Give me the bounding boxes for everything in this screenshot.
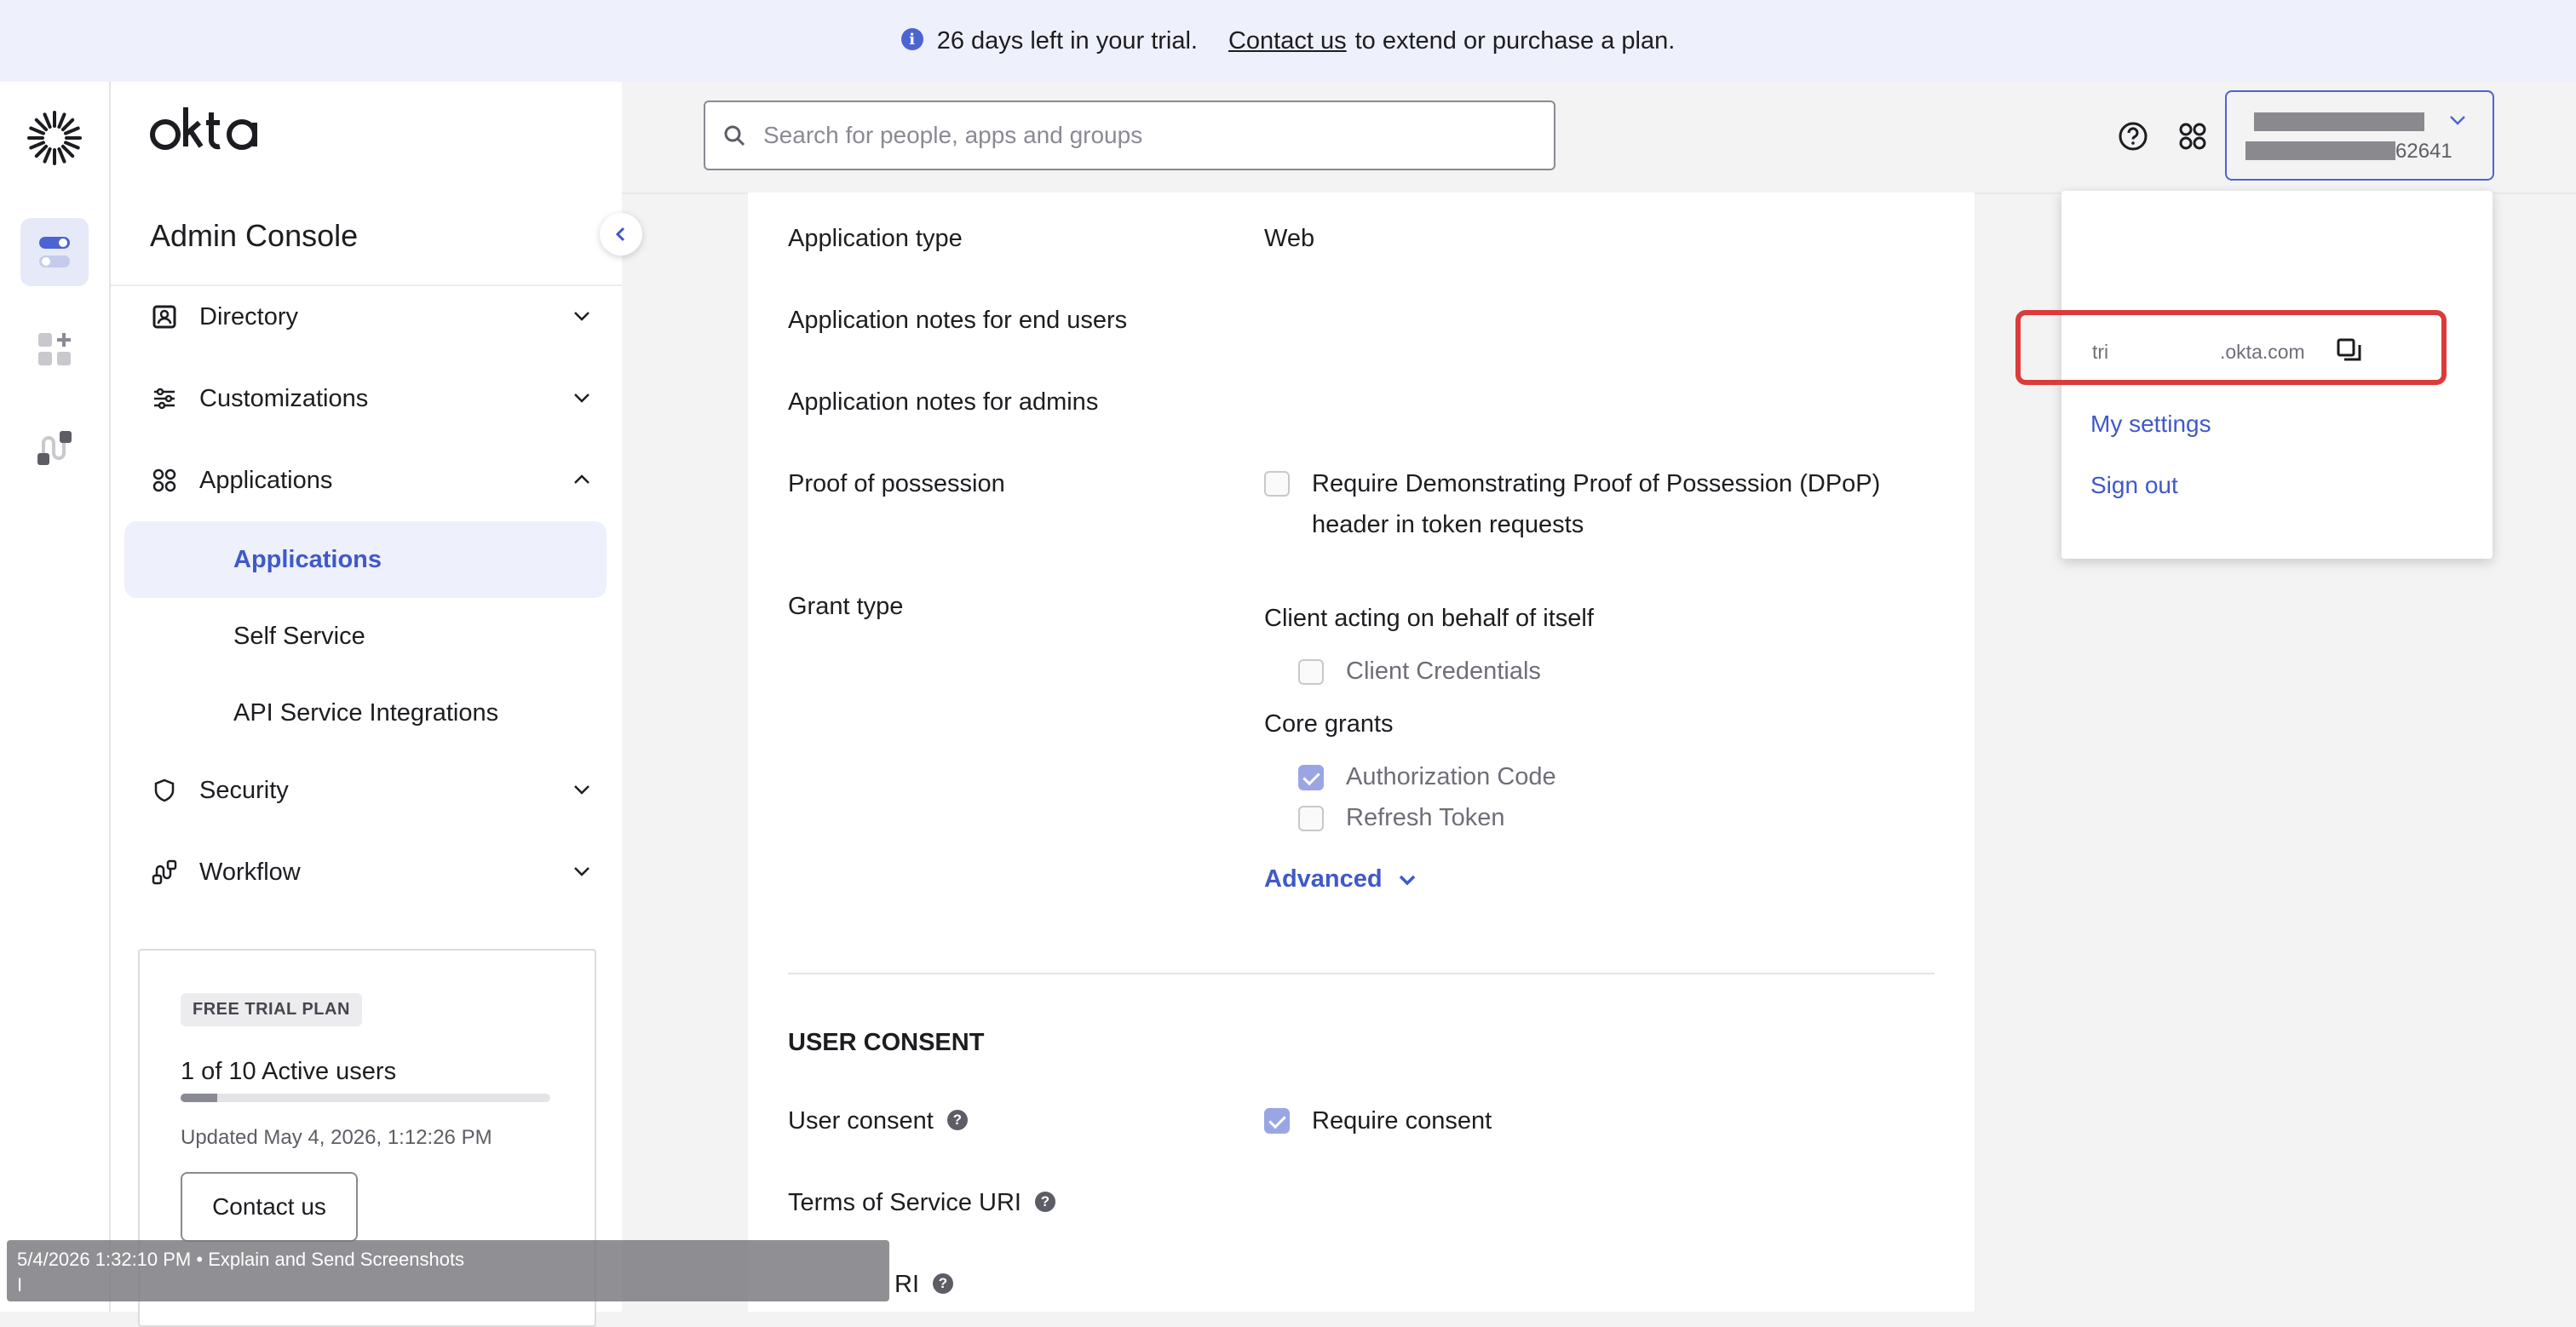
okta-logo[interactable] <box>150 104 269 155</box>
apps-grid-icon[interactable] <box>2176 119 2210 153</box>
refresh-token-label: Refresh Token <box>1346 804 1505 831</box>
divider <box>788 973 1935 974</box>
trial-message: 26 days left in your trial. <box>936 26 1198 55</box>
search-box[interactable] <box>704 101 1555 170</box>
chevron-up-icon <box>574 474 589 484</box>
advanced-label: Advanced <box>1264 865 1383 893</box>
notes-end-users-label: Application notes for end users <box>788 307 1128 334</box>
active-users-count: 1 of 10 Active users <box>181 1058 397 1085</box>
nav-item-label: Customizations <box>199 384 369 412</box>
sub-item-label: Applications <box>233 545 382 573</box>
help-icon[interactable]: ? <box>1034 1192 1055 1213</box>
redacted-account-name <box>2254 112 2424 131</box>
authorization-code-label: Authorization Code <box>1346 763 1556 790</box>
advanced-toggle[interactable]: Advanced <box>1264 865 1418 893</box>
policy-uri-row: RI? <box>894 1271 953 1299</box>
help-icon[interactable] <box>2116 119 2150 153</box>
directory-icon <box>150 302 179 331</box>
trial-plan-badge: FREE TRIAL PLAN <box>181 993 362 1026</box>
contact-us-button[interactable]: Contact us <box>181 1172 358 1242</box>
add-apps-icon[interactable] <box>20 315 89 383</box>
console-title: Admin Console <box>150 218 359 253</box>
nav-item-directory[interactable]: Directory <box>150 293 593 341</box>
dpop-label-line1: Require Demonstrating Proof of Possessio… <box>1312 470 1881 497</box>
require-consent-label: Require consent <box>1312 1107 1492 1135</box>
nav-item-security[interactable]: Security <box>150 767 593 814</box>
dpop-label-line2: header in token requests <box>1312 511 1584 538</box>
collapse-nav-button[interactable] <box>600 213 642 256</box>
client-credentials-label: Client Credentials <box>1346 658 1541 685</box>
proof-of-possession-label: Proof of possession <box>788 470 1005 497</box>
contact-us-link[interactable]: Contact us <box>1228 27 1347 55</box>
org-id-suffix: 62641 <box>2395 140 2452 163</box>
chevron-down-icon <box>574 867 589 876</box>
core-grants-heading: Core grants <box>1264 710 1394 738</box>
app-settings-panel: Application type Web Application notes f… <box>748 192 1975 1312</box>
user-consent-label: User consent <box>788 1107 934 1135</box>
info-icon: i <box>900 28 923 50</box>
trial-banner: i 26 days left in your trial. Contact us… <box>0 0 2576 82</box>
policy-uri-label-partial: RI <box>894 1271 919 1298</box>
client-credentials-checkbox[interactable] <box>1298 659 1324 685</box>
chevron-down-icon <box>2450 116 2465 125</box>
screenshot-toast: 5/4/2026 1:32:10 PM • Explain and Send S… <box>7 1240 889 1301</box>
workflow-icon <box>150 858 179 887</box>
toggle-icon[interactable] <box>20 218 89 286</box>
redacted-org-id <box>2245 141 2395 160</box>
application-type-value: Web <box>1264 225 1315 252</box>
workflow-icon[interactable] <box>20 414 89 482</box>
sub-item-label: API Service Integrations <box>233 698 499 727</box>
tos-uri-row: Terms of Service URI? <box>788 1189 1055 1217</box>
updated-timestamp: Updated May 4, 2026, 1:12:26 PM <box>181 1126 492 1149</box>
okta-sunburst-logo-icon[interactable] <box>24 107 85 169</box>
notes-admins-label: Application notes for admins <box>788 388 1099 416</box>
tos-uri-label: Terms of Service URI <box>788 1189 1021 1216</box>
require-consent-checkbox[interactable] <box>1264 1108 1290 1134</box>
chevron-down-icon <box>574 312 589 321</box>
grant-type-label: Grant type <box>788 593 904 620</box>
chevron-down-icon <box>574 394 589 403</box>
toast-line1: 5/4/2026 1:32:10 PM • Explain and Send S… <box>17 1249 465 1270</box>
search-input[interactable] <box>762 121 1532 150</box>
refresh-token-checkbox[interactable] <box>1298 806 1324 831</box>
nav-item-label: Directory <box>199 302 299 330</box>
search-icon <box>724 125 745 146</box>
divider <box>111 284 622 286</box>
sub-item-self-service[interactable]: Self Service <box>124 598 607 675</box>
my-settings-link[interactable]: My settings <box>2090 411 2211 438</box>
app-switcher-rail <box>0 82 111 1312</box>
user-consent-heading: USER CONSENT <box>788 1029 985 1056</box>
applications-icon <box>150 466 179 495</box>
sub-item-applications[interactable]: Applications <box>124 521 607 598</box>
chevron-down-icon <box>574 785 589 795</box>
sign-out-link[interactable]: Sign out <box>2090 472 2178 499</box>
dpop-checkbox[interactable] <box>1264 471 1290 497</box>
authorization-code-checkbox[interactable] <box>1298 765 1324 790</box>
nav-item-label: Workflow <box>199 858 301 886</box>
toast-line2: I <box>17 1274 23 1295</box>
sub-item-label: Self Service <box>233 622 365 650</box>
user-consent-row: User consent? <box>788 1107 968 1135</box>
active-users-progress <box>181 1094 550 1102</box>
nav-item-customizations[interactable]: Customizations <box>150 375 593 422</box>
client-behalf-heading: Client acting on behalf of itself <box>1264 605 1594 632</box>
nav-item-applications[interactable]: Applications <box>150 457 593 504</box>
customizations-icon <box>150 384 179 413</box>
help-icon[interactable]: ? <box>946 1110 968 1131</box>
top-header: 62641 <box>622 82 2576 194</box>
chevron-left-icon <box>615 227 625 242</box>
nav-item-workflow[interactable]: Workflow <box>150 848 593 896</box>
nav-item-label: Applications <box>199 466 333 494</box>
application-type-label: Application type <box>788 225 963 252</box>
nav-item-label: Security <box>199 776 289 804</box>
chevron-down-icon <box>1399 875 1415 885</box>
org-url-highlight <box>2015 310 2447 385</box>
sub-item-api-service-integrations[interactable]: API Service Integrations <box>124 675 607 751</box>
account-menu-button[interactable]: 62641 <box>2225 90 2494 181</box>
side-nav: Admin Console Directory Customizations A… <box>111 82 642 1327</box>
help-icon[interactable]: ? <box>933 1273 953 1295</box>
shield-icon <box>150 776 179 805</box>
trial-message-suffix: to extend or purchase a plan. <box>1354 26 1676 55</box>
